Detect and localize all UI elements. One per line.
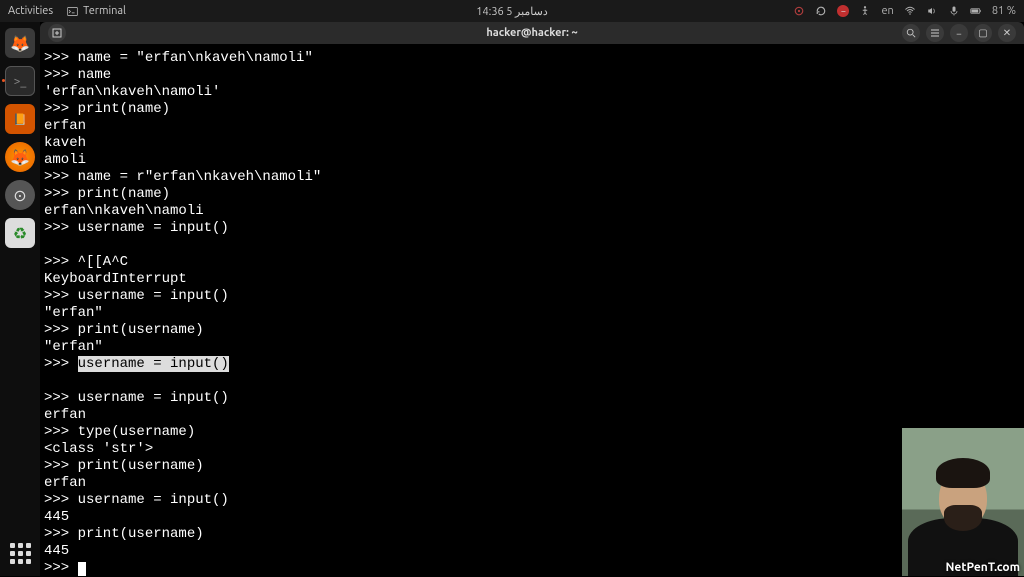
battery-icon [970, 5, 982, 17]
gnome-topbar: Activities Terminal 14:36 5 دسامبر − en … [0, 0, 1024, 22]
dock-terminal-icon[interactable]: >_ [5, 66, 35, 96]
minimize-button[interactable]: − [950, 24, 968, 42]
terminal-line: 445 [40, 543, 1024, 560]
terminal-line: >>> print(username) [40, 458, 1024, 475]
notification-badge: − [837, 5, 849, 17]
record-icon [793, 5, 805, 17]
terminal-line: >>> username = input() [40, 356, 1024, 373]
refresh-icon [815, 5, 827, 17]
terminal-line: >>> print(name) [40, 186, 1024, 203]
hamburger-icon [930, 28, 940, 38]
terminal-line: >>> name = r"erfan\nkaveh\namoli" [40, 169, 1024, 186]
topbar-app[interactable]: Terminal [67, 5, 126, 17]
battery-percent: 81 % [992, 5, 1016, 17]
window-titlebar: hacker@hacker: ~ − ▢ ✕ [40, 22, 1024, 44]
maximize-button[interactable]: ▢ [974, 24, 992, 42]
dock-disks-icon[interactable]: ⊙ [5, 180, 35, 210]
close-button[interactable]: ✕ [998, 24, 1016, 42]
show-apps-button[interactable] [5, 538, 35, 568]
search-icon [906, 28, 916, 38]
wifi-icon [904, 5, 916, 17]
cursor [78, 562, 86, 576]
terminal-line [40, 237, 1024, 254]
topbar-app-name: Terminal [83, 5, 126, 17]
terminal-line: erfan [40, 475, 1024, 492]
terminal-line: >>> print(username) [40, 526, 1024, 543]
dock-impress-icon[interactable]: 📙 [5, 104, 35, 134]
terminal-line: amoli [40, 152, 1024, 169]
dock: 🦊 >_ 📙 🦊 ⊙ ♻ [0, 22, 40, 576]
terminal-line: kaveh [40, 135, 1024, 152]
webcam-overlay: NetPenT.com [902, 428, 1024, 576]
terminal-line [40, 373, 1024, 390]
activities-button[interactable]: Activities [8, 5, 53, 17]
terminal-line: >>> print(username) [40, 322, 1024, 339]
terminal-line: erfan\nkaveh\namoli [40, 203, 1024, 220]
new-tab-button[interactable] [48, 24, 66, 42]
terminal-line: >>> username = input() [40, 390, 1024, 407]
terminal-line: >>> ^[[A^C [40, 254, 1024, 271]
webcam-watermark: NetPenT.com [945, 561, 1020, 574]
terminal-line: 445 [40, 509, 1024, 526]
search-button[interactable] [902, 24, 920, 42]
terminal-line: >>> username = input() [40, 220, 1024, 237]
volume-icon [926, 5, 938, 17]
terminal-line: erfan [40, 407, 1024, 424]
hamburger-button[interactable] [926, 24, 944, 42]
terminal-icon [67, 6, 78, 17]
dock-gimp-icon[interactable]: 🦊 [5, 28, 35, 58]
mic-icon [948, 5, 960, 17]
terminal-line: >>> name [40, 67, 1024, 84]
terminal-line: erfan [40, 118, 1024, 135]
terminal-line: >>> username = input() [40, 492, 1024, 509]
dock-trash-icon[interactable]: ♻ [5, 218, 35, 248]
terminal-line: "erfan" [40, 339, 1024, 356]
terminal-line: 'erfan\nkaveh\namoli' [40, 84, 1024, 101]
accessibility-icon [859, 5, 871, 17]
dock-firefox-icon[interactable]: 🦊 [5, 142, 35, 172]
terminal-line: KeyboardInterrupt [40, 271, 1024, 288]
terminal-line: >>> username = input() [40, 288, 1024, 305]
keyboard-lang: en [881, 5, 893, 17]
terminal-line: >>> name = "erfan\nkaveh\namoli" [40, 50, 1024, 67]
status-area[interactable]: − en 81 % [793, 5, 1016, 17]
clock[interactable]: 14:36 5 دسامبر [476, 5, 548, 18]
terminal-line: <class 'str'> [40, 441, 1024, 458]
apps-grid-icon [10, 543, 31, 564]
terminal-line: "erfan" [40, 305, 1024, 322]
terminal-body[interactable]: >>> name = "erfan\nkaveh\namoli">>> name… [40, 44, 1024, 576]
window-title: hacker@hacker: ~ [486, 27, 577, 39]
terminal-line: >>> [40, 560, 1024, 577]
terminal-line: >>> print(name) [40, 101, 1024, 118]
terminal-line: >>> type(username) [40, 424, 1024, 441]
